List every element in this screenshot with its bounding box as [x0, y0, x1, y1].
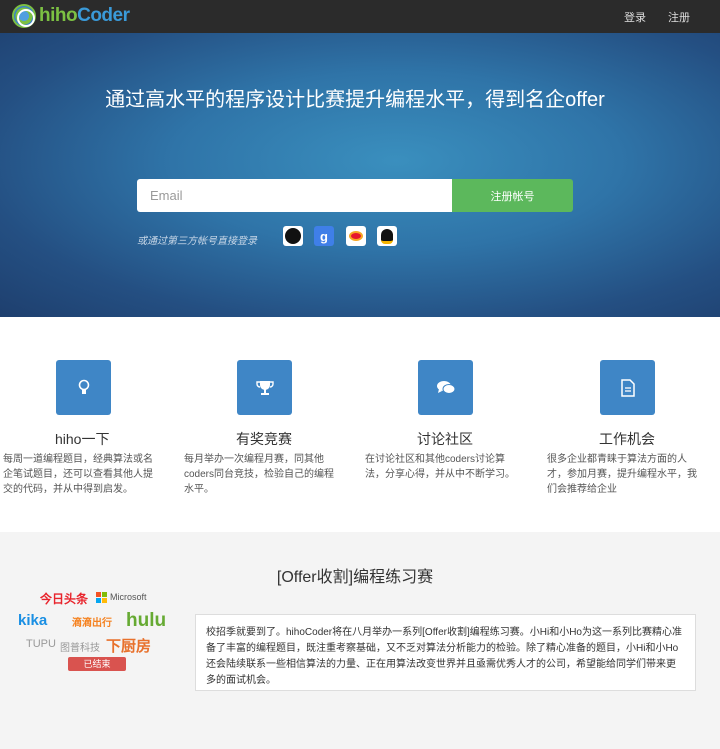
navbar: hihoCoder 登录 注册: [0, 0, 720, 33]
signup-button[interactable]: 注册帐号: [452, 179, 573, 212]
sponsor-logos[interactable]: 今日头条 Microsoft kika 滴滴出行 hulu TUPU 图普科技 …: [18, 590, 183, 675]
hero-title: 通过高水平的程序设计比赛提升编程水平，得到名企offer: [105, 89, 605, 111]
status-badge: 已结束: [68, 657, 126, 671]
feature-title: 讨论社区: [417, 431, 473, 447]
login-link[interactable]: 登录: [624, 9, 646, 25]
third-party-label: 或通过第三方帐号直接登录: [137, 236, 257, 247]
email-input[interactable]: [137, 179, 452, 212]
lightbulb-icon[interactable]: [56, 360, 111, 415]
microsoft-small-icon: [96, 592, 107, 603]
kika-logo: kika: [18, 612, 48, 629]
logo-text-hiho: hiho: [39, 5, 78, 26]
google-icon[interactable]: g: [314, 226, 334, 246]
trophy-icon[interactable]: [237, 360, 292, 415]
feature-desc: 每周一道编程题目，经典算法或名企笔试题目，还可以查看其他人提交的代码，并从中得到…: [3, 454, 153, 495]
feature-title: 有奖竞赛: [236, 431, 292, 447]
tupu-cn-logo: 图普科技: [60, 643, 100, 654]
google-letter: g: [320, 228, 328, 244]
toutiao-logo: 今日头条: [40, 592, 89, 606]
weibo-icon[interactable]: [346, 226, 366, 246]
register-link[interactable]: 注册: [668, 9, 690, 25]
microsoft-logo: Microsoft: [110, 592, 147, 602]
github-icon[interactable]: [283, 226, 303, 246]
feature-desc: 在讨论社区和其他coders讨论算法，分享心得，并从中不断学习。: [365, 454, 515, 480]
hero-section: 通过高水平的程序设计比赛提升编程水平，得到名企offer 注册帐号 或通过第三方…: [0, 33, 720, 317]
feature-title: 工作机会: [599, 431, 655, 447]
comments-icon[interactable]: [418, 360, 473, 415]
qq-icon[interactable]: [377, 226, 397, 246]
feature-desc: 很多企业都青睐于算法方面的人才，参加月赛，提升编程水平，我们会推荐给企业: [547, 454, 697, 495]
offer-contest-title: [Offer收割]编程练习赛: [276, 569, 434, 586]
logo[interactable]: hihoCoder: [12, 4, 130, 28]
didi-logo: 滴滴出行: [72, 618, 112, 629]
microsoft-icon[interactable]: [408, 226, 428, 246]
logo-text-coder: Coder: [77, 5, 130, 26]
xiachufang-logo: 下厨房: [106, 638, 152, 655]
logo-icon: [12, 4, 36, 28]
offer-description: 校招季就要到了。hihoCoder将在八月举办一系列[Offer收割]编程练习赛…: [195, 614, 696, 691]
logo-text: hihoCoder: [39, 5, 130, 27]
tupu-logo: TUPU: [26, 638, 56, 650]
nav-links: 登录 注册: [624, 0, 690, 33]
document-icon[interactable]: [600, 360, 655, 415]
features-section: hiho一下 每周一道编程题目，经典算法或名企笔试题目，还可以查看其他人提交的代…: [0, 317, 720, 532]
hulu-logo: hulu: [126, 610, 167, 631]
feature-desc: 每月举办一次编程月赛，同其他coders同台竞技，检验自己的编程水平。: [184, 454, 335, 495]
feature-title: hiho一下: [55, 431, 110, 447]
